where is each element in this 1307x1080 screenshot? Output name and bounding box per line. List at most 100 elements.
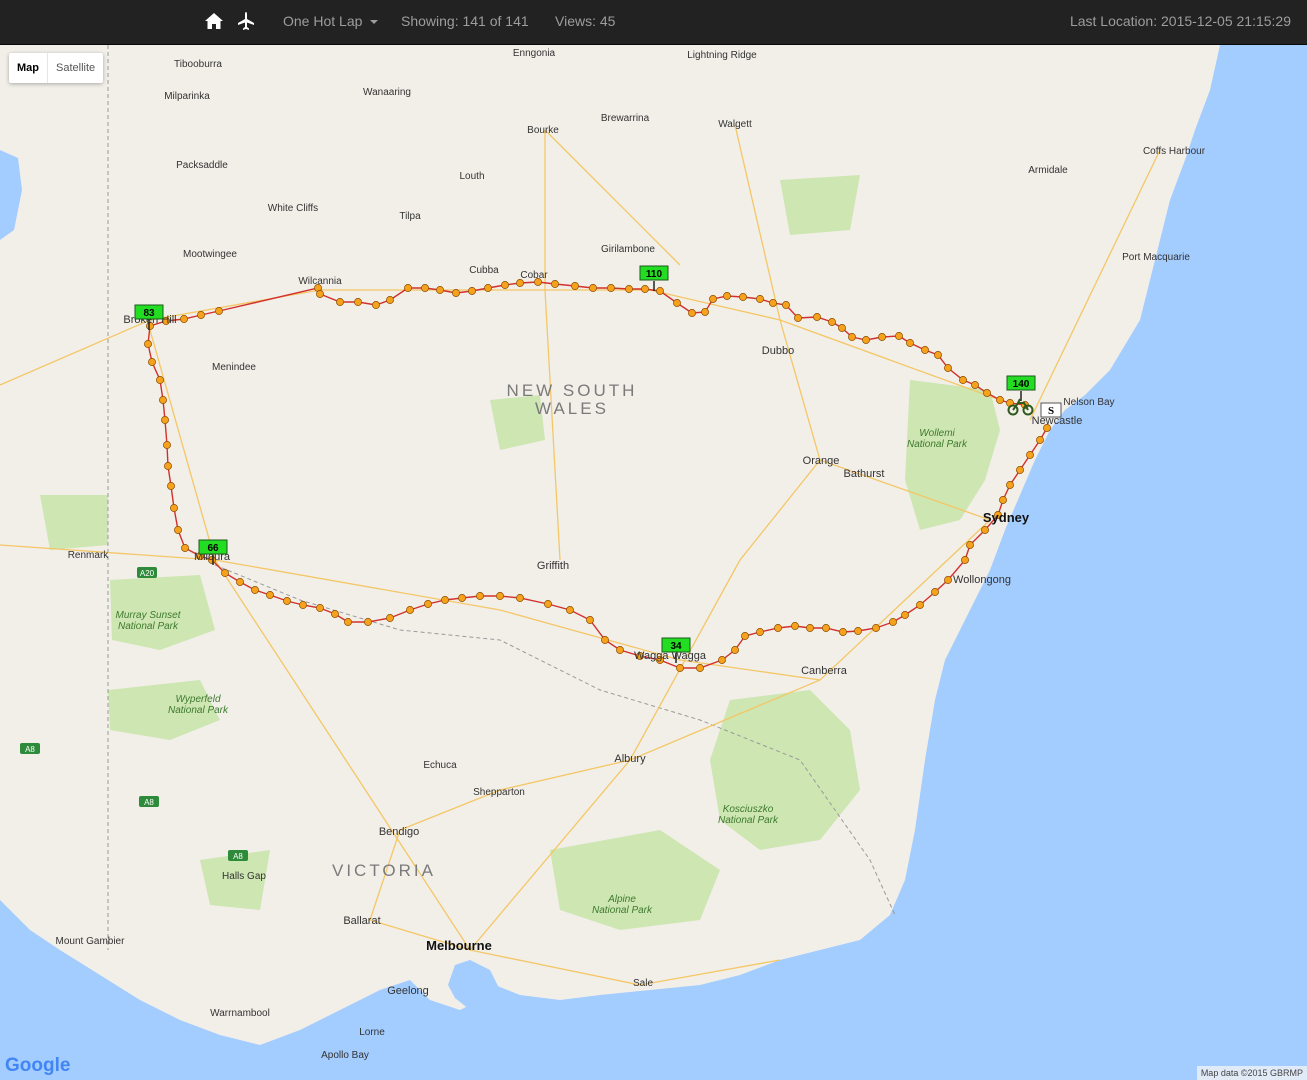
- route-point[interactable]: [1016, 466, 1024, 474]
- home-icon[interactable]: [204, 0, 224, 44]
- route-point[interactable]: [906, 339, 914, 347]
- route-point[interactable]: [673, 299, 681, 307]
- route-point[interactable]: [944, 364, 952, 372]
- route-point[interactable]: [607, 284, 615, 292]
- map-attribution[interactable]: Map data ©2015 GBRMP: [1196, 1066, 1307, 1080]
- route-point[interactable]: [163, 441, 171, 449]
- route-point[interactable]: [601, 636, 609, 644]
- route-point[interactable]: [316, 604, 324, 612]
- route-point[interactable]: [159, 396, 167, 404]
- route-point[interactable]: [806, 624, 814, 632]
- route-point[interactable]: [441, 596, 449, 604]
- start-marker[interactable]: S: [1040, 402, 1062, 418]
- route-point[interactable]: [516, 594, 524, 602]
- route-point[interactable]: [813, 313, 821, 321]
- map-type-satellite-button[interactable]: Satellite: [47, 53, 103, 83]
- route-point[interactable]: [1006, 481, 1014, 489]
- route-point[interactable]: [822, 624, 830, 632]
- route-point[interactable]: [372, 301, 380, 309]
- route-point[interactable]: [316, 290, 324, 298]
- route-point[interactable]: [589, 284, 597, 292]
- route-point[interactable]: [386, 296, 394, 304]
- route-point[interactable]: [364, 618, 372, 626]
- route-point[interactable]: [756, 628, 764, 636]
- route-point[interactable]: [889, 618, 897, 626]
- route-point[interactable]: [468, 287, 476, 295]
- route-point[interactable]: [544, 600, 552, 608]
- route-point[interactable]: [251, 586, 259, 594]
- route-point[interactable]: [404, 284, 412, 292]
- airplane-icon[interactable]: [236, 0, 256, 44]
- route-point[interactable]: [828, 318, 836, 326]
- route-point[interactable]: [944, 576, 952, 584]
- route-point[interactable]: [839, 628, 847, 636]
- route-point[interactable]: [971, 381, 979, 389]
- route-point[interactable]: [616, 646, 624, 654]
- route-point[interactable]: [421, 284, 429, 292]
- route-point[interactable]: [551, 280, 559, 288]
- route-point[interactable]: [934, 351, 942, 359]
- route-point[interactable]: [709, 295, 717, 303]
- route-point[interactable]: [1026, 451, 1034, 459]
- route-point[interactable]: [156, 376, 164, 384]
- route-point[interactable]: [386, 614, 394, 622]
- route-point[interactable]: [901, 611, 909, 619]
- route-point[interactable]: [794, 314, 802, 322]
- route-point[interactable]: [144, 340, 152, 348]
- route-point[interactable]: [476, 592, 484, 600]
- route-point[interactable]: [161, 416, 169, 424]
- route-point[interactable]: [181, 544, 189, 552]
- route-point[interactable]: [164, 462, 172, 470]
- route-point[interactable]: [336, 298, 344, 306]
- route-point[interactable]: [458, 594, 466, 602]
- route-point[interactable]: [848, 333, 856, 341]
- route-point[interactable]: [174, 526, 182, 534]
- route-point[interactable]: [566, 606, 574, 614]
- route-point[interactable]: [436, 286, 444, 294]
- route-point[interactable]: [696, 664, 704, 672]
- route-point[interactable]: [756, 295, 764, 303]
- route-point[interactable]: [999, 496, 1007, 504]
- route-point[interactable]: [769, 299, 777, 307]
- route-point[interactable]: [180, 315, 188, 323]
- route-point[interactable]: [774, 624, 782, 632]
- route-point[interactable]: [921, 346, 929, 354]
- route-point[interactable]: [701, 308, 709, 316]
- route-point[interactable]: [484, 284, 492, 292]
- route-point[interactable]: [862, 336, 870, 344]
- route-point[interactable]: [215, 307, 223, 315]
- route-point[interactable]: [983, 389, 991, 397]
- route-point[interactable]: [1036, 436, 1044, 444]
- route-point[interactable]: [501, 281, 509, 289]
- route-point[interactable]: [741, 632, 749, 640]
- route-point[interactable]: [571, 282, 579, 290]
- route-point[interactable]: [266, 591, 274, 599]
- route-point[interactable]: [197, 311, 205, 319]
- route-point[interactable]: [739, 293, 747, 301]
- route-point[interactable]: [148, 358, 156, 366]
- trip-dropdown[interactable]: One Hot Lap: [283, 0, 379, 44]
- route-point[interactable]: [878, 333, 886, 341]
- route-point[interactable]: [354, 298, 362, 306]
- route-point[interactable]: [854, 627, 862, 635]
- route-point[interactable]: [496, 592, 504, 600]
- route-point[interactable]: [299, 601, 307, 609]
- route-point[interactable]: [344, 618, 352, 626]
- route-point[interactable]: [996, 396, 1004, 404]
- route-point[interactable]: [718, 656, 726, 664]
- route-point[interactable]: [641, 285, 649, 293]
- route-point[interactable]: [688, 309, 696, 317]
- route-point[interactable]: [959, 376, 967, 384]
- route-point[interactable]: [331, 610, 339, 618]
- route-point[interactable]: [782, 301, 790, 309]
- map-canvas[interactable]: NEW SOUTH WALES VICTORIA Tibooburra Milpa…: [0, 45, 1307, 1080]
- route-point[interactable]: [872, 624, 880, 632]
- route-point[interactable]: [167, 482, 175, 490]
- route-point[interactable]: [966, 541, 974, 549]
- route-point[interactable]: [931, 588, 939, 596]
- route-point[interactable]: [283, 597, 291, 605]
- route-point[interactable]: [406, 606, 414, 614]
- route-point[interactable]: [236, 578, 244, 586]
- route-point[interactable]: [452, 289, 460, 297]
- route-point[interactable]: [723, 292, 731, 300]
